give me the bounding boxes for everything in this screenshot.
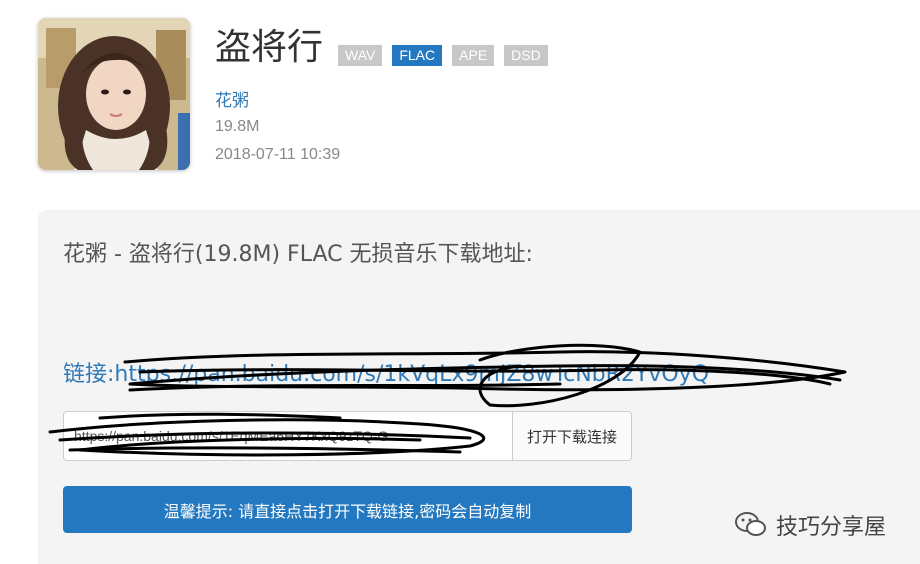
artist-link[interactable]: 花粥 [215,86,249,111]
download-input-group: 打开下载连接 [63,411,632,461]
artist-photo [38,18,190,170]
wechat-icon [735,512,766,536]
format-tags: WAV FLAC APE DSD [338,45,548,66]
download-heading: 花粥 - 盗将行(19.8M) FLAC 无损音乐下载地址: [63,242,533,267]
watermark-text: 技巧分享屋 [776,515,887,540]
tip-button[interactable]: 温馨提示: 请直接点击打开下载链接,密码会自动复制 [63,486,632,533]
format-tag-ape[interactable]: APE [452,45,495,66]
link-label: 链接: [63,362,115,387]
format-tag-flac[interactable]: FLAC [392,45,443,66]
file-size: 19.8M [215,118,260,135]
format-tag-dsd[interactable]: DSD [504,45,548,66]
open-download-button[interactable]: 打开下载连接 [512,412,631,460]
song-title: 盗将行 [215,27,324,68]
download-code-input[interactable] [64,412,512,460]
upload-date: 2018-07-11 10:39 [215,146,341,163]
download-link[interactable]: https://pan.baidu.com/s/1kVqLx9mJZ8wTcNb… [114,362,709,387]
download-link-row: 链接:https://pan.baidu.com/s/1kVqLx9mJZ8wT… [63,360,709,390]
format-tag-wav[interactable]: WAV [338,45,383,66]
watermark: 技巧分享屋 [734,509,886,541]
album-cover [38,18,190,170]
